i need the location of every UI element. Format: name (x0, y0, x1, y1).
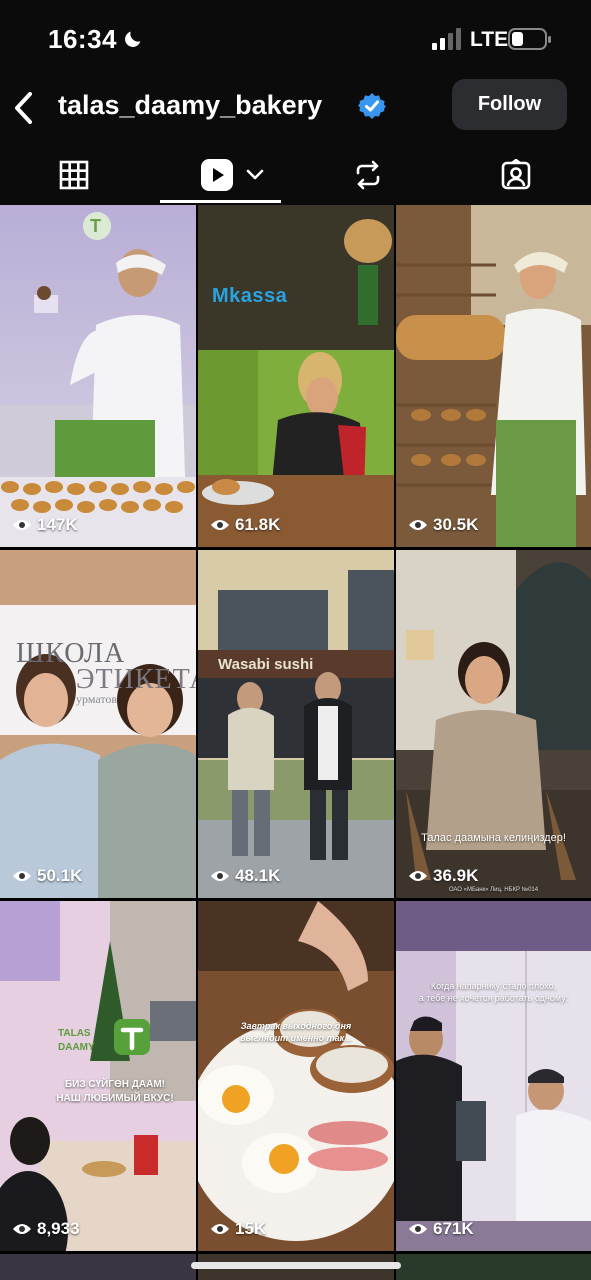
reel-tile[interactable]: TALAS DAAMY БИЗ СҮЙГӨН ДААМ! НАШ ЛЮБИМЫЙ… (0, 901, 196, 1251)
view-count: 30.5K (408, 515, 478, 535)
reel-footnote: ОАО «МБанк» Лиц. НБКР №014 (448, 887, 539, 893)
view-count: 671K (408, 1219, 474, 1239)
reel-thumbnail (396, 205, 591, 547)
network-label: LTE (470, 28, 509, 51)
reel-tile[interactable]: Wasabi sushi 48.1K (198, 550, 394, 898)
reel-tile[interactable]: 30.5K (396, 205, 591, 547)
brand-overlay: Мkassa (212, 285, 288, 307)
view-count-value: 48.1K (235, 866, 281, 885)
eye-icon (13, 871, 31, 881)
chevron-left-icon (15, 92, 32, 124)
home-indicator[interactable] (191, 1262, 401, 1269)
view-count-value: 30.5K (433, 515, 479, 534)
reel-caption: Талас даамына келиңиздер! (421, 832, 566, 844)
reel-tile[interactable]: ШКОЛА ЭТИКЕТА урматов 50.1K (0, 550, 196, 898)
bakery-logo-tile (114, 1019, 150, 1055)
eye-icon (211, 1224, 229, 1234)
tab-grid[interactable] (35, 150, 113, 200)
reel-tile[interactable]: T 147K (0, 205, 196, 547)
grid-icon (59, 160, 89, 190)
reel-caption-line-1: Когда напарнику стало плохо, (430, 981, 557, 991)
moon-icon (125, 31, 141, 47)
reel-tile[interactable]: Мkassa 61.8K (198, 205, 394, 547)
view-count-value: 8,933 (37, 1219, 80, 1238)
back-button[interactable] (6, 86, 40, 130)
view-count-value: 671K (433, 1219, 474, 1238)
reel-thumbnail (0, 550, 196, 898)
wall-text: TALAS DAAMY (58, 1028, 95, 1053)
tagged-icon (501, 159, 531, 190)
eye-icon (13, 520, 31, 530)
verified-badge-icon (358, 93, 386, 119)
reel-tile[interactable]: Завтрак выходного дня выглядит именно та… (198, 901, 394, 1251)
eye-icon (409, 520, 427, 530)
bakery-logo-letter: T (90, 216, 101, 236)
profile-tabs (0, 150, 591, 205)
reel-tile[interactable] (0, 1254, 196, 1280)
eye-icon (211, 520, 229, 530)
chevron-down-icon (246, 169, 264, 180)
reel-tile[interactable]: Когда напарнику стало плохо, а тебе не х… (396, 901, 591, 1251)
reel-caption-line-1: Завтрак выходного дня (240, 1021, 352, 1031)
reel-tile[interactable] (396, 1254, 591, 1280)
eye-icon (409, 1224, 427, 1234)
sign-text: ШКОЛА ЭТИКЕТА урматов (16, 638, 196, 707)
status-time: 16:34 (48, 24, 117, 54)
reel-thumbnail (396, 550, 591, 898)
view-count-value: 147K (37, 515, 78, 534)
tab-reposts[interactable] (329, 150, 407, 200)
view-count: 61.8K (210, 515, 280, 535)
storefront-sign: Wasabi sushi (218, 656, 314, 673)
reel-thumbnail (198, 205, 394, 547)
eye-icon (211, 871, 229, 881)
view-count: 50.1K (12, 866, 82, 886)
reel-tile[interactable]: Талас даамына келиңиздер! ОАО «МБанк» Ли… (396, 550, 591, 898)
eye-icon (13, 1224, 31, 1234)
tab-tagged[interactable] (477, 150, 555, 200)
reel-caption-line-1: БИЗ СҮЙГӨН ДААМ! (64, 1079, 166, 1090)
reel-caption-line-2: выглядит именно так... (240, 1033, 352, 1043)
signal-icon (432, 28, 461, 50)
view-count: 8,933 (12, 1219, 80, 1239)
view-count: 36.9K (408, 866, 478, 886)
view-count-value: 50.1K (37, 866, 83, 885)
follow-button[interactable]: Follow (452, 79, 567, 130)
reel-thumbnail (396, 901, 591, 1251)
reel-thumbnail (198, 550, 394, 898)
view-count-value: 15K (235, 1219, 267, 1238)
battery-icon (508, 28, 551, 50)
reels-grid: T 147K Мkassa 61.8K 30.5K ШКОЛА ЭТИКЕТ у… (0, 205, 591, 1280)
view-count-value: 36.9K (433, 866, 479, 885)
profile-username[interactable]: talas_daamy_bakery (58, 90, 322, 121)
view-count: 15K (210, 1219, 266, 1239)
view-count: 48.1K (210, 866, 280, 886)
view-count: 147K (12, 515, 78, 535)
reels-icon (201, 159, 233, 191)
reel-caption-line-2: а тебе не хочется работать одному: (418, 993, 569, 1003)
active-tab-indicator (160, 200, 281, 203)
reel-caption-line-2: НАШ ЛЮБИМЫЙ ВКУС! (56, 1093, 174, 1104)
reel-thumbnail (0, 901, 196, 1251)
profile-header: talas_daamy_bakery Follow (0, 79, 591, 150)
reel-thumbnail (198, 901, 394, 1251)
tab-reels[interactable] (190, 150, 274, 200)
eye-icon (409, 871, 427, 881)
view-count-value: 61.8K (235, 515, 281, 534)
status-bar: 16:34 LTE (0, 0, 591, 80)
repost-icon (356, 160, 380, 190)
